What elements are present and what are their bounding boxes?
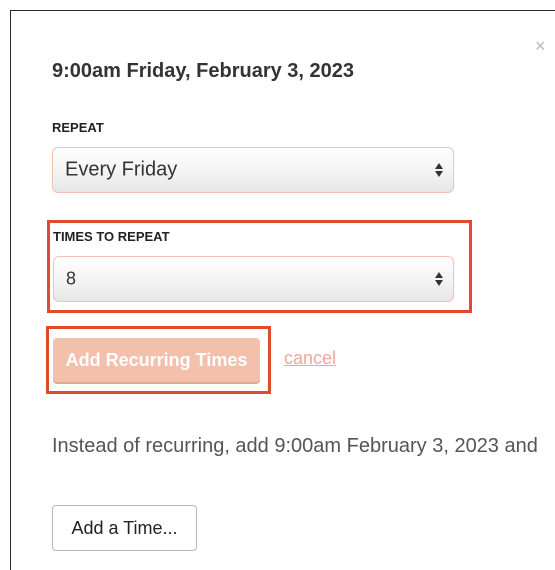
- dialog-title: 9:00am Friday, February 3, 2023: [52, 60, 355, 82]
- repeat-select-value: Every Friday: [65, 158, 178, 181]
- select-arrows-icon: [435, 272, 443, 286]
- add-recurring-times-button[interactable]: Add Recurring Times: [53, 338, 260, 382]
- cancel-link[interactable]: cancel: [284, 348, 336, 369]
- select-arrows-icon: [435, 163, 443, 177]
- close-icon[interactable]: ×: [535, 37, 546, 55]
- times-to-repeat-label: TIMES TO REPEAT: [53, 229, 170, 244]
- times-to-repeat-value: 8: [66, 268, 77, 289]
- repeat-select[interactable]: Every Friday: [52, 147, 454, 193]
- add-a-time-button[interactable]: Add a Time...: [52, 505, 197, 551]
- repeat-label: REPEAT: [52, 120, 104, 135]
- times-to-repeat-select[interactable]: 8: [53, 256, 454, 302]
- alternative-text: Instead of recurring, add 9:00am Februar…: [52, 435, 538, 457]
